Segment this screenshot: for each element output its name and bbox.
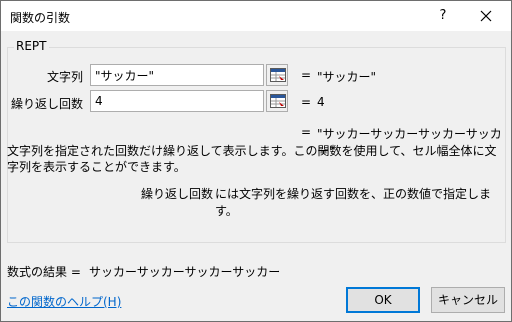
function-arguments-dialog: 関数の引数 ? REPT 文字列 = "サッカー" 繰り返し回数	[0, 0, 512, 322]
collapse-dialog-icon	[270, 94, 286, 108]
cancel-button[interactable]: キャンセル	[431, 287, 505, 313]
arg-label-number-times: 繰り返し回数	[10, 97, 83, 111]
function-result-equals: =	[301, 125, 312, 139]
formula-result-value: サッカーサッカーサッカーサッカー	[89, 265, 281, 279]
arg-equals: =	[301, 95, 312, 109]
dialog-title: 関数の引数	[10, 11, 71, 25]
arg-result-value: "サッカー"	[317, 70, 377, 84]
arg-label-text: 文字列	[46, 70, 83, 84]
close-icon	[480, 10, 492, 22]
function-name: REPT	[14, 39, 49, 53]
title-bar: 関数の引数 ?	[1, 1, 511, 31]
close-button[interactable]	[463, 1, 509, 31]
formula-result-label: 数式の結果 =	[7, 265, 81, 279]
ok-button[interactable]: OK	[346, 287, 420, 313]
number-times-reference-button[interactable]	[266, 90, 288, 112]
text-reference-button[interactable]	[266, 64, 288, 86]
arg-result-value: 4	[317, 95, 325, 109]
function-help-link[interactable]: この関数のヘルプ(H)	[7, 293, 121, 310]
collapse-dialog-icon	[270, 68, 286, 82]
arg-equals: =	[301, 68, 312, 82]
help-button[interactable]: ?	[423, 1, 463, 31]
text-argument-input[interactable]	[90, 64, 264, 86]
argument-help-text: には文字列を繰り返す回数を、正の数値で指定します。	[215, 187, 492, 218]
function-description: 文字列を指定された回数だけ繰り返して表示します。この関数を使用して、セル幅全体に…	[7, 144, 497, 174]
number-times-input[interactable]	[90, 90, 264, 112]
argument-help-name: 繰り返し回数	[141, 187, 214, 201]
